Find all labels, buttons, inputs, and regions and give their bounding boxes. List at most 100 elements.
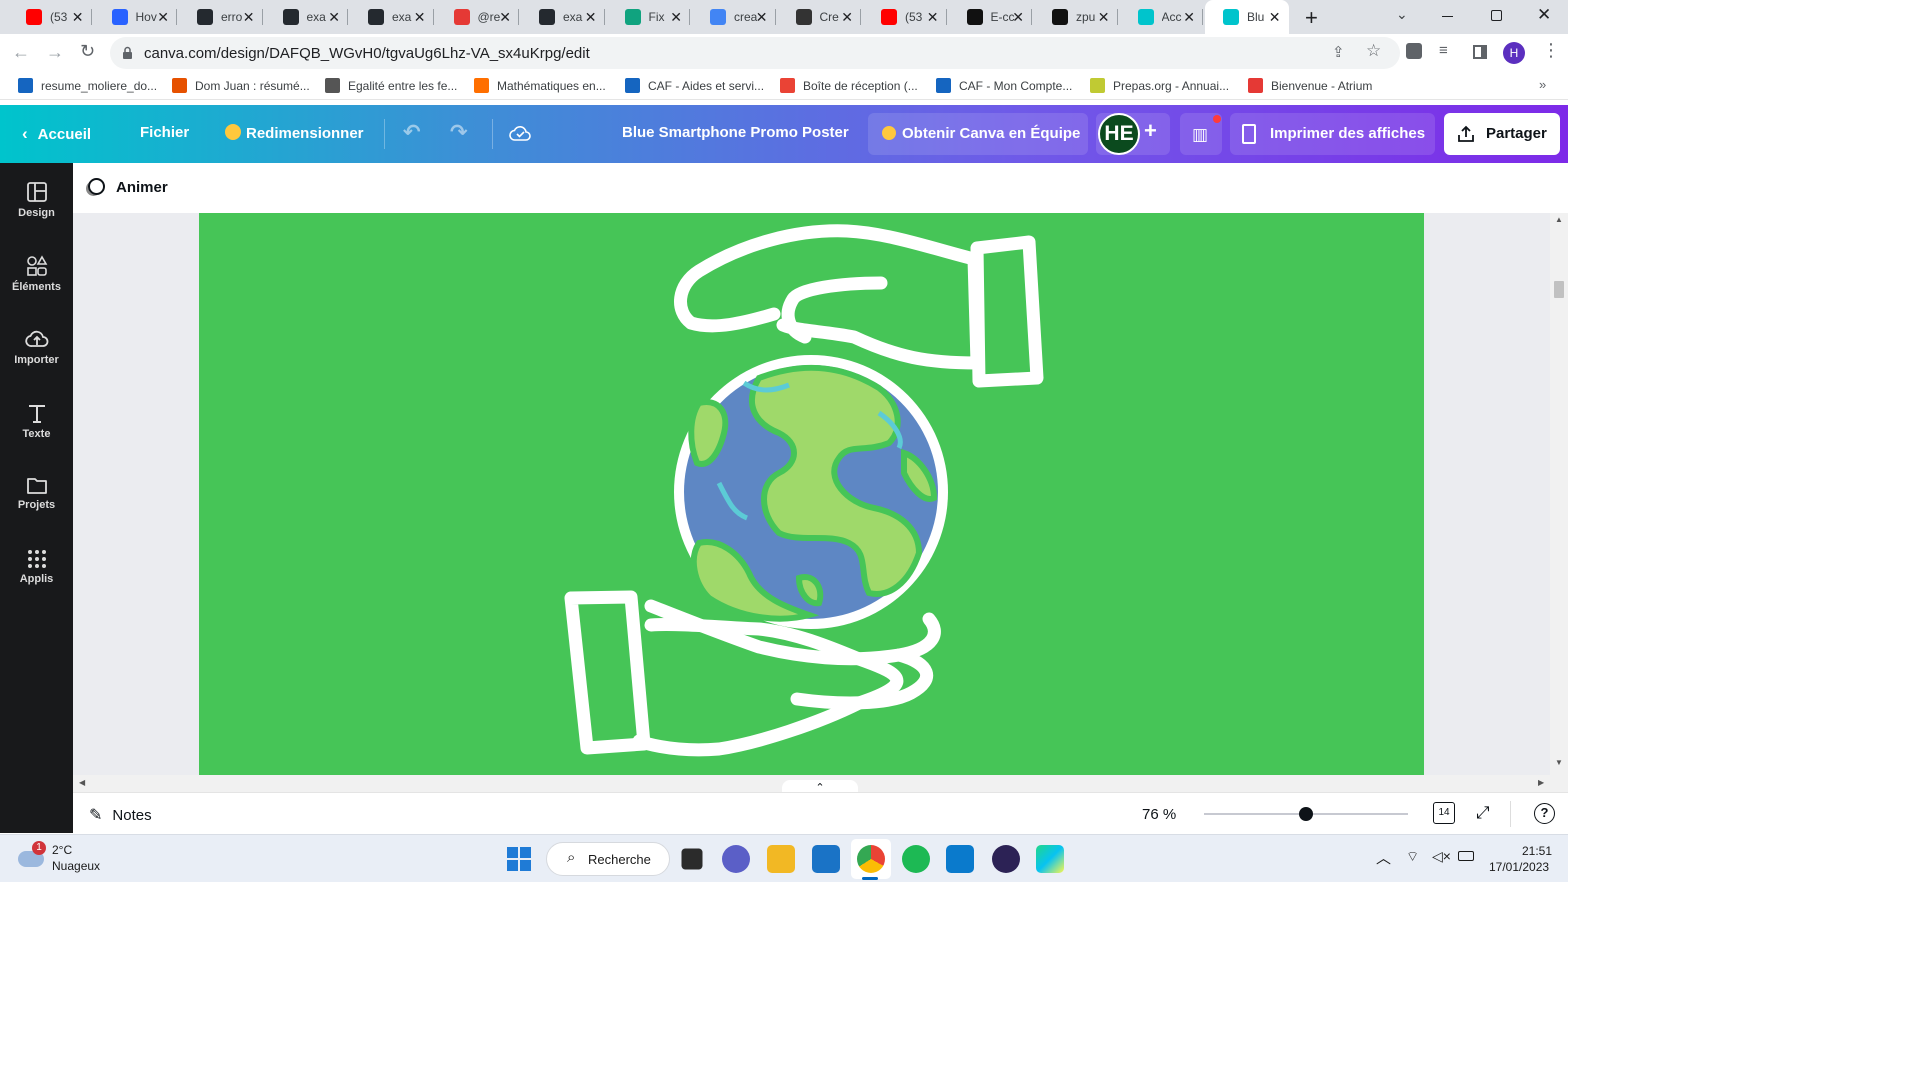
close-tab-icon[interactable]: ✕ bbox=[585, 9, 597, 26]
browser-tab[interactable]: exa ✕ bbox=[265, 0, 348, 34]
add-collaborator-icon[interactable]: + bbox=[1144, 118, 1157, 144]
back-icon[interactable]: ← bbox=[12, 42, 30, 63]
vertical-scrollbar[interactable]: ▲ ▼ bbox=[1550, 213, 1568, 792]
undo-icon[interactable]: ↶ bbox=[403, 120, 421, 145]
close-tab-icon[interactable]: ✕ bbox=[243, 9, 255, 26]
bookmark-item[interactable]: Boîte de réception (... bbox=[780, 78, 918, 93]
wifi-icon[interactable]: ⌔ bbox=[1406, 848, 1419, 866]
close-tab-icon[interactable]: ✕ bbox=[414, 9, 426, 26]
scroll-down-arrow[interactable]: ▼ bbox=[1555, 758, 1563, 767]
sidebar-item-lments[interactable]: Éléments bbox=[0, 254, 73, 293]
browser-tab[interactable]: erro ✕ bbox=[179, 0, 263, 34]
close-tab-icon[interactable]: ✕ bbox=[1098, 9, 1110, 26]
browser-tab[interactable]: exa ✕ bbox=[350, 0, 434, 34]
taskbar-search[interactable]: ⌕ Recherche bbox=[546, 842, 670, 876]
cloud-saved-icon[interactable] bbox=[509, 124, 531, 142]
redo-icon[interactable]: ↷ bbox=[450, 120, 468, 145]
browser-tab[interactable]: (53 ✕ bbox=[8, 0, 92, 34]
analytics-button[interactable]: ▥ bbox=[1180, 113, 1222, 155]
close-window-button[interactable]: ✕ bbox=[1537, 5, 1551, 25]
close-tab-icon[interactable]: ✕ bbox=[756, 9, 768, 26]
restore-button[interactable] bbox=[1491, 10, 1502, 21]
browser-tab[interactable]: (53 ✕ bbox=[863, 0, 947, 34]
close-tab-icon[interactable]: ✕ bbox=[1012, 9, 1024, 26]
browser-tab[interactable]: E-cc ✕ bbox=[949, 0, 1032, 34]
chrome-icon[interactable] bbox=[857, 845, 885, 873]
page-count-button[interactable]: 14 bbox=[1433, 802, 1455, 824]
close-tab-icon[interactable]: ✕ bbox=[670, 9, 682, 26]
close-tab-icon[interactable]: ✕ bbox=[157, 9, 169, 26]
side-panel-icon[interactable] bbox=[1473, 45, 1487, 59]
scroll-left-arrow[interactable]: ◀ bbox=[79, 778, 85, 787]
tray-overflow-icon[interactable]: ︿ bbox=[1376, 847, 1391, 868]
resize-button[interactable]: Redimensionner bbox=[225, 124, 364, 142]
browser-tab[interactable]: Acc ✕ bbox=[1120, 0, 1203, 34]
fullscreen-icon[interactable]: ⤢ bbox=[1476, 803, 1490, 823]
close-tab-icon[interactable]: ✕ bbox=[499, 9, 511, 26]
start-button[interactable] bbox=[507, 847, 531, 871]
bookmark-item[interactable]: Dom Juan : résumé... bbox=[172, 78, 310, 93]
sidebar-item-texte[interactable]: Texte bbox=[0, 402, 73, 440]
chat-icon[interactable] bbox=[722, 845, 750, 873]
vscode-icon[interactable] bbox=[946, 845, 974, 873]
minimize-button[interactable] bbox=[1442, 16, 1453, 17]
media-control-icon[interactable]: ≡ bbox=[1439, 42, 1448, 59]
scroll-up-arrow[interactable]: ▲ bbox=[1555, 215, 1563, 224]
new-tab-button[interactable]: + bbox=[1305, 5, 1318, 31]
scroll-thumb[interactable] bbox=[1554, 281, 1564, 298]
help-icon[interactable]: ? bbox=[1534, 803, 1555, 824]
notes-button[interactable]: ✎ Notes bbox=[89, 805, 152, 825]
hands-holding-earth-illustration[interactable] bbox=[199, 213, 1424, 775]
sidebar-item-projets[interactable]: Projets bbox=[0, 475, 73, 511]
scroll-right-arrow[interactable]: ▶ bbox=[1538, 778, 1544, 787]
bookmark-item[interactable]: Egalité entre les fe... bbox=[325, 78, 457, 93]
browser-tab[interactable]: exa ✕ bbox=[521, 0, 605, 34]
home-button[interactable]: ‹ Accueil bbox=[22, 124, 91, 144]
bookmark-item[interactable]: CAF - Aides et servi... bbox=[625, 78, 764, 93]
print-posters-button[interactable]: Imprimer des affiches bbox=[1230, 113, 1435, 155]
bookmark-item[interactable]: CAF - Mon Compte... bbox=[936, 78, 1072, 93]
close-tab-icon[interactable]: ✕ bbox=[72, 9, 84, 26]
user-avatar[interactable]: HE bbox=[1098, 113, 1140, 155]
store-icon[interactable] bbox=[812, 845, 840, 873]
sidebar-item-design[interactable]: Design bbox=[0, 181, 73, 219]
design-title[interactable]: Blue Smartphone Promo Poster bbox=[622, 124, 849, 141]
close-tab-icon[interactable]: ✕ bbox=[1183, 9, 1195, 26]
zoom-percent[interactable]: 76 % bbox=[1142, 806, 1176, 823]
volume-muted-icon[interactable]: ◁× bbox=[1432, 848, 1451, 865]
spotify-icon[interactable] bbox=[902, 845, 930, 873]
more-bookmarks-icon[interactable]: » bbox=[1539, 77, 1546, 92]
sidebar-item-importer[interactable]: Importer bbox=[0, 328, 73, 366]
bookmark-item[interactable]: resume_moliere_do... bbox=[18, 78, 157, 93]
bookmark-item[interactable]: Mathématiques en... bbox=[474, 78, 606, 93]
clock-date[interactable]: 17/01/2023 bbox=[1489, 860, 1549, 874]
profile-avatar[interactable]: H bbox=[1503, 42, 1525, 64]
reload-icon[interactable]: ↻ bbox=[80, 41, 95, 62]
webstorm-icon[interactable] bbox=[1036, 845, 1064, 873]
file-explorer-icon[interactable] bbox=[767, 845, 795, 873]
close-tab-icon[interactable]: ✕ bbox=[328, 9, 340, 26]
close-tab-icon[interactable]: ✕ bbox=[927, 9, 939, 26]
get-team-button[interactable]: Obtenir Canva en Équipe bbox=[868, 113, 1088, 155]
browser-tab[interactable]: @re ✕ bbox=[436, 0, 519, 34]
forward-icon[interactable]: → bbox=[46, 42, 64, 63]
close-tab-icon[interactable]: ✕ bbox=[841, 9, 853, 26]
animate-button[interactable]: Animer bbox=[88, 178, 168, 196]
extensions-icon[interactable] bbox=[1406, 43, 1422, 59]
browser-tab[interactable]: zpu ✕ bbox=[1034, 0, 1118, 34]
bookmark-star-icon[interactable]: ☆ bbox=[1366, 41, 1381, 61]
clock-time[interactable]: 21:51 bbox=[1522, 844, 1552, 858]
browser-tab[interactable]: crea ✕ bbox=[692, 0, 776, 34]
bookmark-item[interactable]: Prepas.org - Annuai... bbox=[1090, 78, 1229, 93]
close-tab-icon[interactable]: ✕ bbox=[1269, 9, 1281, 26]
bookmark-item[interactable]: Bienvenue - Atrium bbox=[1248, 78, 1372, 93]
browser-tab[interactable]: Blu ✕ bbox=[1205, 0, 1289, 34]
share-page-icon[interactable]: ⇪ bbox=[1332, 43, 1345, 61]
browser-tab[interactable]: Hov ✕ bbox=[94, 0, 177, 34]
browser-menu-icon[interactable]: ⋮ bbox=[1542, 40, 1560, 61]
omnibox[interactable]: canva.com/design/DAFQB_WGvH0/tgvaUg6Lhz-… bbox=[110, 37, 1400, 69]
tab-search-icon[interactable]: ⌄ bbox=[1396, 6, 1408, 23]
browser-tab[interactable]: Fix ✕ bbox=[607, 0, 690, 34]
share-button[interactable]: Partager bbox=[1444, 113, 1560, 155]
zoom-slider-thumb[interactable] bbox=[1299, 807, 1313, 821]
